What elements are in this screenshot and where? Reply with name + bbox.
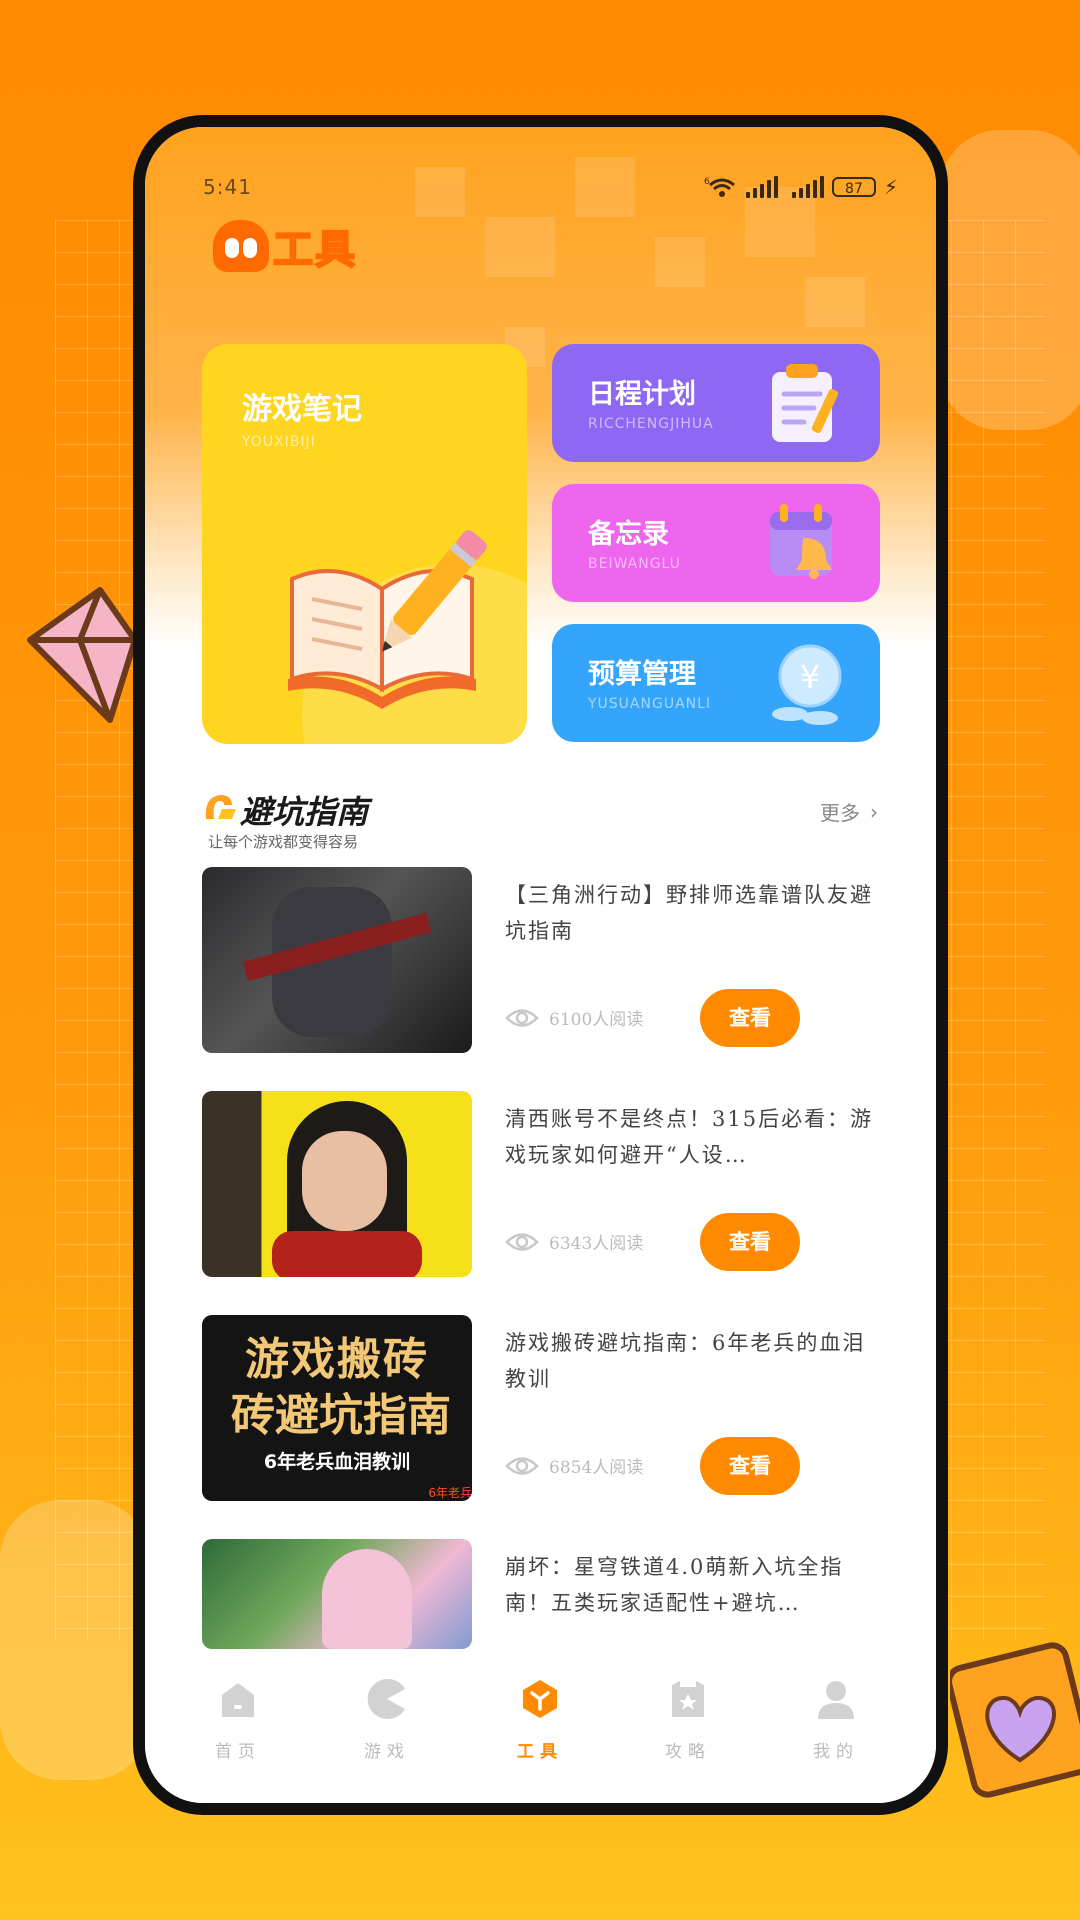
guide-star-icon <box>672 1681 704 1717</box>
user-icon <box>818 1681 854 1719</box>
tab-label: 我的 <box>813 1742 859 1762</box>
article-title: 崩坏：星穹铁道4.0萌新入坑全指南！五类玩家适配性+避坑… <box>505 1555 844 1615</box>
thumbnail-headline: 游戏搬砖 <box>245 1334 429 1385</box>
article-title: 游戏搬砖避坑指南：6年老兵的血泪教训 <box>505 1331 866 1391</box>
article-views: 6343人阅读 <box>505 1229 643 1254</box>
article-item[interactable]: 游戏搬砖 砖避坑指南 6年老兵血泪教训 6年老兵 游戏搬砖避坑指南：6年老兵的血… <box>202 1315 882 1501</box>
tool-card-notes[interactable]: 游戏笔记 YOUXIBIJI <box>202 344 527 744</box>
tab-tools[interactable]: 工具 <box>485 1677 595 1762</box>
svg-text:¥: ¥ <box>800 658 820 696</box>
article-thumbnail <box>202 867 472 1053</box>
app-logo: 工具 <box>213 217 357 275</box>
tab-games[interactable]: 游戏 <box>332 1677 442 1762</box>
tool-card-subtitle: YUSUANGUANLI <box>588 696 712 712</box>
thumbnail-badge: 6年老兵 <box>428 1486 472 1500</box>
app-screen: 5:41 6 87 ⚡ 工具 游戏笔记 YOUXIBIJI 日程计划 RICCH… <box>145 127 936 1803</box>
deco-heart-card-icon <box>950 1642 1080 1798</box>
calendar-bell-icon <box>770 504 832 579</box>
tab-profile[interactable]: 我的 <box>781 1677 891 1762</box>
guide-section-title: 避坑指南 <box>240 793 369 831</box>
tool-card-schedule[interactable]: 日程计划 RICCHENGJIHUA <box>552 344 880 462</box>
tab-guides[interactable]: 攻略 <box>633 1677 743 1762</box>
article-thumbnail: 游戏搬砖 砖避坑指南 6年老兵血泪教训 6年老兵 <box>202 1315 472 1501</box>
battery-indicator: 87 <box>831 177 876 197</box>
signal-icon <box>745 176 778 198</box>
more-link[interactable]: 更多 › <box>820 797 878 826</box>
pacman-icon <box>367 1679 405 1719</box>
svg-text:6: 6 <box>704 177 710 187</box>
tool-card-subtitle: YOUXIBIJI <box>242 434 316 450</box>
tool-card-budget[interactable]: 预算管理 YUSUANGUANLI ¥ <box>552 624 880 742</box>
tab-home[interactable]: 首页 <box>183 1677 293 1762</box>
tab-label: 游戏 <box>364 1742 410 1762</box>
view-button[interactable]: 查看 <box>700 1213 800 1271</box>
tool-cube-icon <box>523 1680 557 1718</box>
article-item[interactable]: 【三角洲行动】野排师选靠谱队友避坑指南 6100人阅读 查看 <box>202 867 882 1053</box>
logo-text: 工具 <box>272 226 357 274</box>
article-title: 清西账号不是终点！315后必看：游戏玩家如何避开“人设… <box>505 1107 874 1167</box>
article-title: 【三角洲行动】野排师选靠谱队友避坑指南 <box>505 883 873 943</box>
status-bar: 5:41 6 87 ⚡ <box>145 175 936 205</box>
logo-mascot-icon <box>213 220 269 272</box>
status-time: 5:41 <box>203 175 252 199</box>
signal-icon <box>791 176 824 198</box>
book-pencil-icon <box>288 530 487 709</box>
wifi-icon: 6 <box>704 177 735 197</box>
guide-logo-icon <box>205 795 236 819</box>
deco-glass-heart <box>940 130 1080 430</box>
tool-card-title: 预算管理 <box>588 659 696 690</box>
article-thumbnail <box>202 1091 472 1277</box>
eye-icon <box>505 1008 539 1027</box>
view-button[interactable]: 查看 <box>700 1437 800 1495</box>
guide-section-subtitle: 让每个游戏都变得容易 <box>208 833 359 851</box>
chevron-right-icon: › <box>870 799 878 824</box>
tool-card-title: 备忘录 <box>588 519 669 550</box>
article-thumbnail <box>202 1539 472 1649</box>
thumbnail-caption: 6年老兵血泪教训 <box>263 1451 411 1473</box>
tool-card-memo[interactable]: 备忘录 BEIWANGLU <box>552 484 880 602</box>
tab-label: 首页 <box>215 1742 261 1762</box>
tool-card-title: 游戏笔记 <box>242 392 362 427</box>
article-views: 6100人阅读 <box>505 1005 643 1030</box>
view-button[interactable]: 查看 <box>700 989 800 1047</box>
article-item[interactable]: 清西账号不是终点！315后必看：游戏玩家如何避开“人设… 6343人阅读 查看 <box>202 1091 882 1277</box>
tab-label: 工具 <box>517 1742 563 1762</box>
coins-yuan-icon: ¥ <box>772 644 842 725</box>
thumbnail-headline: 砖避坑指南 <box>231 1390 451 1441</box>
article-item[interactable]: 崩坏：星穹铁道4.0萌新入坑全指南！五类玩家适配性+避坑… <box>202 1539 882 1649</box>
tab-label: 攻略 <box>665 1742 711 1762</box>
tool-card-subtitle: BEIWANGLU <box>588 556 681 572</box>
tool-card-title: 日程计划 <box>588 379 696 410</box>
article-views: 6854人阅读 <box>505 1453 643 1478</box>
bottom-tab-bar: 首页 游戏 工具 攻略 我的 <box>145 1652 936 1803</box>
eye-icon <box>505 1232 539 1251</box>
charging-icon: ⚡ <box>883 175 898 199</box>
home-icon <box>222 1683 254 1717</box>
deco-glass-heart <box>0 1500 150 1780</box>
tool-card-subtitle: RICCHENGJIHUA <box>588 416 714 432</box>
deco-gem-icon <box>27 587 138 723</box>
guide-section-header: 避坑指南 让每个游戏都变得容易 更多 › <box>202 787 882 857</box>
more-label: 更多 <box>820 801 860 825</box>
clipboard-icon <box>772 364 839 442</box>
eye-icon <box>505 1456 539 1475</box>
